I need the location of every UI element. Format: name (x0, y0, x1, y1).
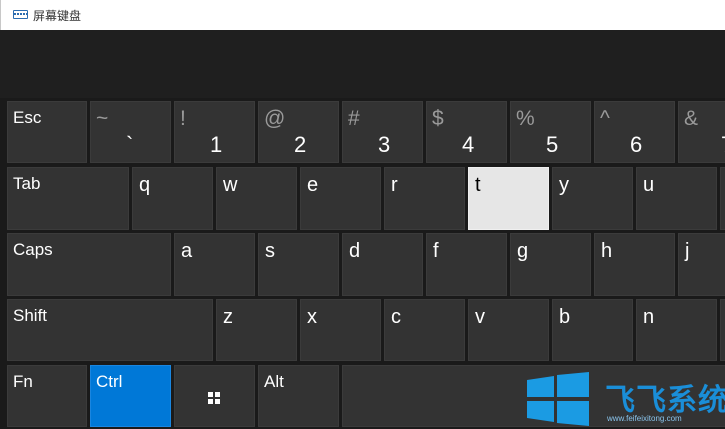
key-esc[interactable]: Esc (7, 101, 87, 163)
window-title: 屏幕键盘 (33, 9, 82, 23)
key-shift-label: & (684, 107, 699, 130)
key-label: Shift (13, 306, 48, 325)
key-label: c (391, 306, 401, 328)
key-label: y (559, 174, 569, 196)
key-q[interactable]: q (132, 167, 213, 230)
key-label: 7 (721, 132, 725, 158)
key-i[interactable] (720, 167, 725, 230)
key-label: r (391, 174, 398, 196)
key-z[interactable]: z (216, 299, 297, 361)
watermark-text: 飞飞系统 (605, 383, 725, 418)
key-label: h (601, 240, 613, 262)
key-e[interactable]: e (300, 167, 381, 230)
key-label: t (475, 174, 481, 196)
key-label: 6 (630, 132, 643, 157)
key-label: Alt (264, 372, 284, 391)
key-b[interactable]: b (552, 299, 633, 361)
keyboard-icon (13, 10, 28, 19)
key-label: b (559, 306, 571, 328)
windows-logo-icon (208, 392, 220, 404)
key-h[interactable]: h (594, 233, 675, 296)
key-shift[interactable]: Shift (7, 299, 213, 361)
key-label: v (475, 306, 485, 328)
key-shift-label: # (348, 107, 360, 130)
key-label: q (139, 174, 151, 196)
key-v[interactable]: v (468, 299, 549, 361)
key-shift-label: ^ (600, 107, 610, 130)
title-bar: 屏幕键盘 (0, 0, 725, 30)
key-7[interactable]: & 7 (678, 101, 725, 163)
key-u[interactable]: u (636, 167, 717, 230)
watermark: 飞飞系统 www.feifeixitong.com (527, 372, 725, 429)
key-label: d (349, 240, 361, 262)
key-1[interactable]: ! 1 (174, 101, 255, 163)
key-label: s (265, 240, 275, 262)
key-t[interactable]: t (468, 167, 549, 230)
key-label: f (433, 240, 439, 262)
keyboard-top-bar (0, 30, 725, 98)
key-label: w (223, 174, 238, 196)
key-x[interactable]: x (300, 299, 381, 361)
key-label: e (307, 174, 319, 196)
key-label: Caps (13, 240, 53, 259)
key-a[interactable]: a (174, 233, 255, 296)
key-label: g (517, 240, 529, 262)
key-m[interactable] (720, 299, 725, 361)
key-s[interactable]: s (258, 233, 339, 296)
key-6[interactable]: ^ 6 (594, 101, 675, 163)
key-y[interactable]: y (552, 167, 633, 230)
key-label: 5 (546, 132, 559, 157)
key-tab[interactable]: Tab (7, 167, 129, 230)
key-d[interactable]: d (342, 233, 423, 296)
key-label: Ctrl (96, 372, 123, 391)
key-label: x (307, 306, 317, 328)
key-label: Esc (13, 108, 42, 127)
key-3[interactable]: # 3 (342, 101, 423, 163)
key-shift-label: % (516, 107, 535, 130)
key-shift-label: ~ (96, 107, 109, 130)
key-label: 1 (210, 132, 223, 157)
key-c[interactable]: c (384, 299, 465, 361)
key-n[interactable]: n (636, 299, 717, 361)
key-shift-label: ! (180, 107, 186, 130)
key-label: n (643, 306, 655, 328)
key-f[interactable]: f (426, 233, 507, 296)
key-caps[interactable]: Caps (7, 233, 171, 296)
key-label: u (643, 174, 655, 196)
key-label: 3 (378, 132, 391, 157)
key-alt[interactable]: Alt (258, 365, 339, 427)
watermark-url: www.feifeixitong.com (607, 414, 682, 423)
key-shift-label: @ (264, 107, 286, 130)
key-ctrl[interactable]: Ctrl (90, 365, 171, 427)
key-label: j (685, 240, 690, 262)
key-label: Fn (13, 372, 33, 391)
key-backtick[interactable]: ~ ` (90, 101, 171, 163)
key-2[interactable]: @ 2 (258, 101, 339, 163)
key-r[interactable]: r (384, 167, 465, 230)
key-label: a (181, 240, 193, 262)
key-label: z (223, 306, 233, 328)
key-4[interactable]: $ 4 (426, 101, 507, 163)
key-g[interactable]: g (510, 233, 591, 296)
windows-flag-logo-icon (527, 372, 589, 426)
key-shift-label: $ (432, 107, 444, 130)
key-j[interactable]: j (678, 233, 725, 296)
key-label: Tab (13, 174, 41, 193)
key-label: ` (126, 132, 134, 157)
key-w[interactable]: w (216, 167, 297, 230)
key-label: 4 (462, 132, 475, 157)
key-5[interactable]: % 5 (510, 101, 591, 163)
key-fn[interactable]: Fn (7, 365, 87, 427)
key-label: 2 (294, 132, 307, 157)
key-windows[interactable] (174, 365, 255, 427)
